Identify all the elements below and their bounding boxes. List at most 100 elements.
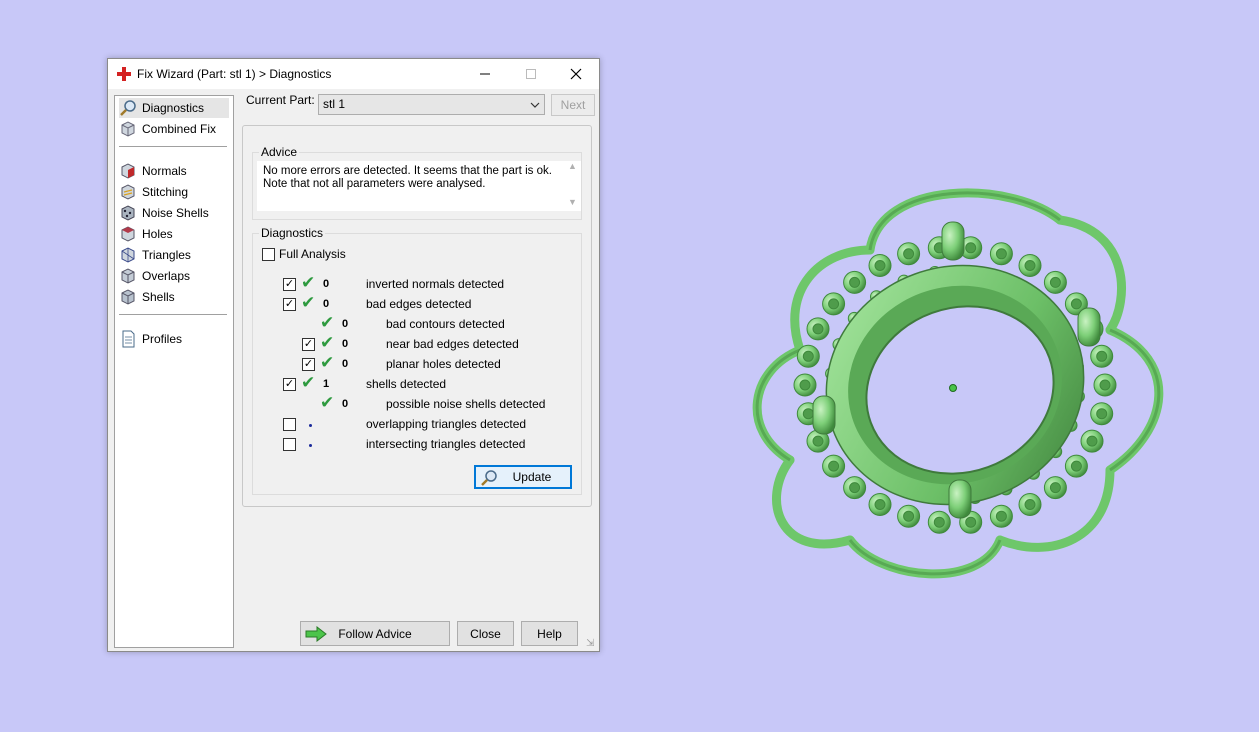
ring-bead-hole: [802, 408, 814, 420]
ok-check-icon: ✔: [320, 353, 335, 372]
ok-check-icon: ✔: [320, 393, 335, 412]
ring-bead-hole: [903, 248, 915, 260]
green-arrow-icon: [305, 626, 327, 642]
content-panel: Advice No more errors are detected. It s…: [242, 125, 592, 507]
ring-bead-hole: [1049, 276, 1061, 288]
ring-bead-hole: [1086, 435, 1098, 447]
title-bar[interactable]: Fix Wizard (Part: stl 1) > Diagnostics: [108, 59, 599, 89]
near-bad-edges-checkbox[interactable]: ✓: [302, 338, 315, 351]
sidebar-item-label: Triangles: [142, 248, 191, 262]
maximize-button[interactable]: [508, 59, 554, 89]
near-bad-edges-label: near bad edges detected: [386, 337, 519, 351]
ok-check-icon: ✔: [301, 293, 316, 312]
planar-holes-label: planar holes detected: [386, 357, 501, 371]
close-icon: [570, 68, 582, 80]
ring-bead-hole: [1024, 499, 1036, 510]
ring-bead-hole: [849, 276, 861, 288]
sidebar-item-holes[interactable]: Holes: [119, 224, 173, 244]
bad-contours-count: 0: [342, 318, 349, 330]
ring-bead-hole: [1099, 379, 1111, 391]
current-part-select[interactable]: stl 1: [318, 94, 545, 115]
sidebar-item-label: Shells: [142, 290, 175, 304]
noise-shells-count: 0: [342, 398, 349, 410]
advice-text-box[interactable]: No more errors are detected. It seems th…: [257, 161, 581, 211]
window-title: Fix Wizard (Part: stl 1) > Diagnostics: [137, 67, 332, 81]
update-button[interactable]: Update: [474, 465, 572, 489]
sidebar-item-label: Combined Fix: [142, 122, 217, 136]
update-button-label: Update: [512, 470, 552, 484]
follow-advice-label: Follow Advice: [338, 626, 412, 641]
ring-bead-hole: [903, 510, 915, 522]
sidebar-item-label: Profiles: [142, 332, 183, 346]
sidebar-item-combined-fix[interactable]: Combined Fix: [119, 119, 216, 139]
current-part-value: stl 1: [323, 97, 346, 111]
planar-holes-count: 0: [342, 358, 349, 370]
bad-edges-checkbox[interactable]: ✓: [283, 298, 296, 311]
overlapping-triangles-label: overlapping triangles detected: [366, 417, 527, 431]
intersecting-triangles-label: intersecting triangles detected: [366, 437, 526, 451]
sidebar-item-label: Stitching: [142, 185, 189, 199]
ring-bead-hole: [1070, 460, 1082, 472]
shells-count: 1: [323, 378, 330, 390]
ring-bead-hole: [802, 350, 814, 362]
profiles-document-icon: [122, 330, 135, 348]
intersecting-triangles-checkbox[interactable]: [283, 438, 296, 451]
sidebar-item-triangles[interactable]: Triangles: [119, 245, 191, 265]
fix-wizard-dialog: Fix Wizard (Part: stl 1) > Diagnostics D…: [107, 58, 600, 652]
ring-bead-hole: [995, 248, 1007, 260]
ok-check-icon: ✔: [320, 333, 335, 352]
combined-fix-icon: [121, 121, 135, 137]
advice-scrollbar[interactable]: ▲ ▼: [565, 161, 579, 207]
help-button[interactable]: Help: [521, 621, 578, 646]
inverted-normals-count: 0: [323, 278, 330, 290]
ring-bead-hole: [1024, 260, 1036, 271]
overlapping-triangles-checkbox[interactable]: [283, 418, 296, 431]
sidebar-item-stitching[interactable]: Stitching: [119, 182, 188, 202]
ok-check-icon: ✔: [301, 273, 316, 292]
magnifier-icon: [481, 470, 497, 486]
minimize-button[interactable]: [462, 59, 508, 89]
next-button[interactable]: Next: [551, 94, 595, 116]
red-cross-app-icon: [117, 67, 131, 81]
ring-bead-hole: [1049, 482, 1061, 494]
inverted-normals-label: inverted normals detected: [366, 277, 505, 291]
sidebar-item-profiles[interactable]: Profiles: [119, 329, 182, 349]
close-window-button[interactable]: [553, 59, 599, 89]
noise-shells-icon: [121, 205, 135, 221]
near-bad-edges-count: 0: [342, 338, 349, 350]
normals-cube-icon: [121, 163, 135, 179]
diagnostics-group: Diagnostics Full Analysis ✓ ✔ 0 inverted…: [252, 226, 582, 495]
ring-bead-hole: [965, 516, 977, 528]
sidebar-item-diagnostics[interactable]: Diagnostics: [119, 98, 229, 118]
resize-grip-icon[interactable]: ⇲: [586, 638, 598, 650]
planar-holes-checkbox[interactable]: ✓: [302, 358, 315, 371]
diagnostics-group-title: Diagnostics: [259, 226, 326, 240]
sidebar-item-overlaps[interactable]: Overlaps: [119, 266, 190, 286]
full-analysis-checkbox[interactable]: [262, 248, 275, 261]
bad-edges-count: 0: [323, 298, 330, 310]
close-button[interactable]: Close: [457, 621, 514, 646]
triangles-cube-icon: [121, 247, 135, 263]
shells-checkbox[interactable]: ✓: [283, 378, 296, 391]
magnifier-icon: [120, 100, 136, 116]
sidebar-item-normals[interactable]: Normals: [119, 161, 187, 181]
follow-advice-button[interactable]: Follow Advice: [300, 621, 450, 646]
bad-edges-label: bad edges detected: [366, 297, 472, 311]
advice-group: Advice No more errors are detected. It s…: [252, 145, 582, 220]
advice-line-1: No more errors are detected. It seems th…: [263, 165, 552, 177]
sidebar-item-label: Holes: [142, 227, 173, 241]
shells-label: shells detected: [366, 377, 447, 391]
ok-check-icon: ✔: [320, 313, 335, 332]
sidebar-item-noise-shells[interactable]: Noise Shells: [119, 203, 209, 223]
ring-bead-hole: [812, 435, 824, 447]
sidebar-item-label: Diagnostics: [142, 101, 205, 115]
ring-bead-hole: [965, 242, 977, 254]
scroll-down-icon: ▼: [568, 197, 577, 207]
ring-bead-hole: [1070, 298, 1082, 310]
not-analysed-dot-icon: [309, 424, 312, 427]
inverted-normals-checkbox[interactable]: ✓: [283, 278, 296, 291]
full-analysis-label: Full Analysis: [279, 247, 346, 261]
current-part-label: Current Part:: [246, 93, 315, 107]
advice-group-title: Advice: [259, 145, 300, 159]
sidebar-item-shells[interactable]: Shells: [119, 287, 175, 307]
